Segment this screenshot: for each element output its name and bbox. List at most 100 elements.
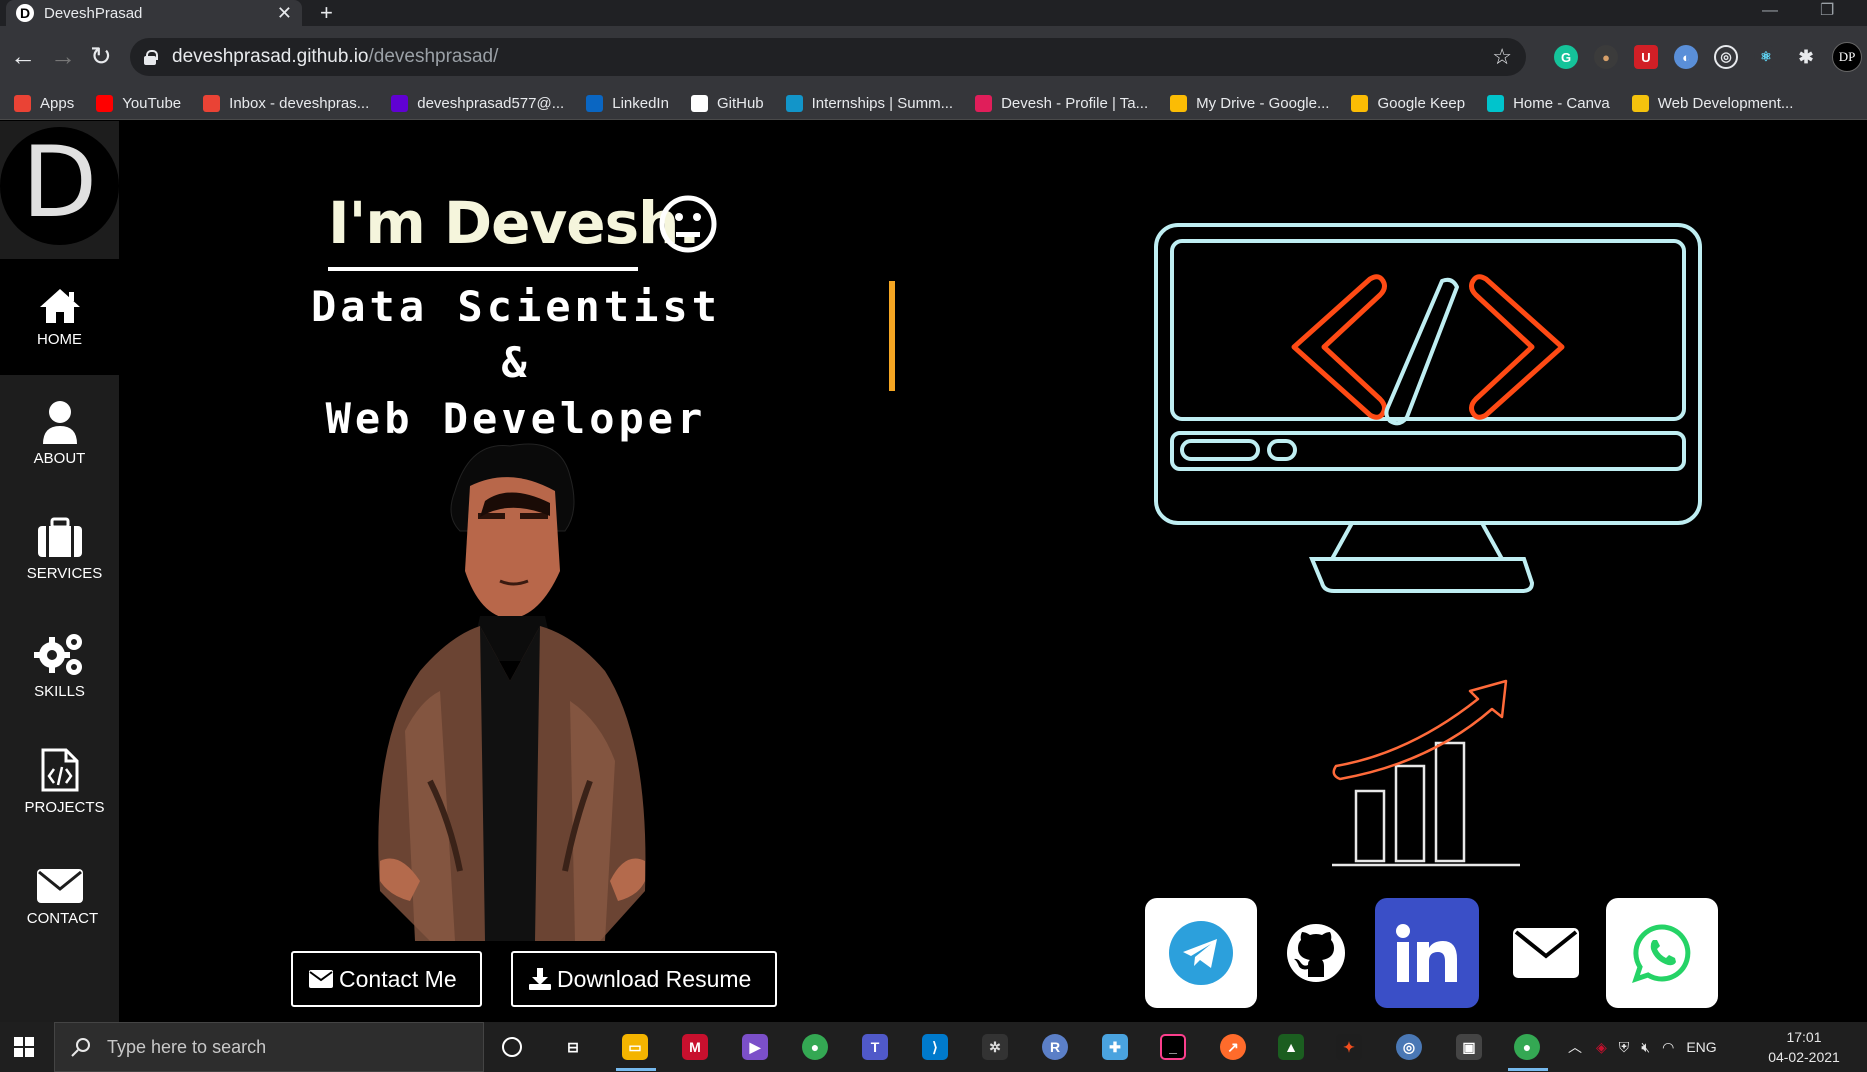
reload-icon[interactable]: ↻ [90,42,112,70]
taskbar-search[interactable]: Type here to search [54,1022,484,1072]
back-arrow-icon[interactable]: ← [10,42,36,70]
role-line-1: Data Scientist & [310,282,721,387]
sidebar-item-label: SKILLS [34,682,85,700]
chrome-icon[interactable]: ● [802,1034,828,1060]
envelope-icon [1513,928,1579,978]
address-bar[interactable]: deveshprasad.github.io/deveshprasad/ ☆ [130,38,1526,76]
bookmark-item[interactable]: Devesh - Profile | Ta... [975,95,1148,112]
cortana-icon[interactable] [502,1037,522,1057]
sidebar-item-about[interactable]: ABOUT [0,375,119,491]
profile-avatar[interactable]: DP [1832,42,1862,72]
target-extension-icon[interactable]: ◎ [1714,45,1738,69]
r-icon[interactable]: R [1042,1034,1068,1060]
code-file-icon [41,748,78,791]
shield-icon[interactable]: ⛨ [1619,1039,1630,1056]
sidebar-item-label: SERVICES [26,564,103,582]
web-dev-icon [1631,95,1649,112]
mcafee-icon[interactable]: M [682,1034,708,1060]
bookmark-label: Devesh - Profile | Ta... [1001,95,1149,112]
download-resume-label: Download Resume [557,965,752,992]
youtube-icon [96,95,114,112]
new-tab-icon[interactable]: + [320,0,333,26]
bookmark-item[interactable]: YouTube [96,95,181,112]
search-icon [71,1038,90,1057]
forward-arrow-icon[interactable]: → [50,42,76,70]
android-studio-icon[interactable]: ▲ [1278,1034,1304,1060]
envelope-icon [36,868,83,903]
vscode-icon[interactable]: ⟩ [922,1034,948,1060]
tab-favicon: D [16,4,34,22]
spider-app-icon[interactable]: ✲ [982,1034,1008,1060]
sidebar-item-projects[interactable]: PROJECTS [0,723,119,839]
linkedin-link[interactable] [1375,898,1479,1008]
postman-icon[interactable]: ↗ [1220,1034,1246,1060]
bookmark-item[interactable]: Internships | Summ... [785,95,954,112]
sidebar-nav: D HOME ABOUT SERVICES SKILLS PROJECTS CO… [0,121,119,1022]
bookmark-item[interactable]: My Drive - Google... [1170,95,1329,112]
bookmark-item[interactable]: GitHub [690,95,764,112]
briefcase-icon [37,517,82,557]
bookmark-item[interactable]: LinkedIn [586,95,669,112]
home-icon [39,288,80,323]
anaconda-icon[interactable]: ◎ [1396,1034,1422,1060]
cookie-extension-icon[interactable]: ● [1594,45,1618,69]
bookmark-star-icon[interactable]: ☆ [1492,44,1512,70]
visual-studio-icon[interactable]: ▶ [742,1034,768,1060]
bookmark-item[interactable]: Google Keep [1351,95,1465,112]
sidebar-item-skills[interactable]: SKILLS [0,607,119,723]
bookmark-label: LinkedIn [612,95,669,112]
extensions-puzzle-icon[interactable]: ✱ [1794,45,1818,69]
mcafee-extension-icon[interactable]: U [1634,45,1658,69]
slack-icon [975,95,993,112]
figma-icon[interactable]: ✦ [1336,1034,1362,1060]
wifi-icon[interactable]: ◠ [1662,1039,1674,1056]
grammarly-extension-icon[interactable]: G [1554,45,1578,69]
windows-logo-icon [14,1037,34,1057]
chevron-up-icon[interactable]: ︿ [1568,1037,1582,1057]
volume-muted-icon[interactable]: 🔇︎ [1641,1039,1650,1056]
jetbrains-icon[interactable]: _ [1160,1034,1186,1060]
extension-icon[interactable]: ◐ [1674,45,1698,69]
minimize-icon[interactable]: — [1762,0,1778,26]
teams-icon[interactable]: T [862,1034,888,1060]
task-view-icon[interactable]: ⊟ [560,1034,586,1060]
bookmark-item[interactable]: deveshprasad577@... [391,95,564,112]
chrome-icon[interactable]: ● [1514,1034,1540,1060]
sidebar-item-label: PROJECTS [24,798,105,816]
file-explorer-icon[interactable]: ▭ [622,1034,648,1060]
bookmark-label: YouTube [122,95,182,112]
mcafee-tray-icon[interactable]: ◈ [1596,1039,1607,1056]
github-icon [1287,924,1345,982]
language-indicator[interactable]: ENG [1686,1039,1716,1055]
taskbar-clock[interactable]: 17:01 04-02-2021 [1756,1027,1852,1067]
bookmark-label: Inbox - deveshpras... [229,95,370,112]
github-link[interactable] [1260,898,1372,1008]
portfolio-page: D HOME ABOUT SERVICES SKILLS PROJECTS CO… [0,121,1867,1022]
bookmark-item[interactable]: Home - Canva [1487,95,1610,112]
tableau-icon[interactable]: ✚ [1102,1034,1128,1060]
bookmark-item[interactable]: Apps [14,95,74,112]
site-logo[interactable]: D [0,127,119,245]
restore-icon[interactable]: ❐ [1820,0,1834,26]
bookmark-label: Internships | Summ... [811,95,954,112]
url-path: /deveshprasad/ [368,46,499,67]
email-link[interactable] [1490,898,1602,1008]
whatsapp-link[interactable] [1606,898,1718,1008]
sidebar-item-contact[interactable]: CONTACT [0,839,119,955]
bookmark-item[interactable]: Inbox - deveshpras... [203,95,369,112]
bookmark-item[interactable]: Web Development... [1631,95,1793,112]
linkedin-icon [586,95,604,112]
start-button[interactable] [0,1022,48,1072]
sidebar-item-home[interactable]: HOME [0,259,119,375]
contact-me-button[interactable]: Contact Me [291,951,482,1007]
screen-icon[interactable]: ▣ [1456,1034,1482,1060]
linkedin-icon [1396,924,1457,982]
envelope-icon [309,970,333,988]
react-devtools-icon[interactable]: ⚛ [1754,45,1778,69]
sidebar-item-services[interactable]: SERVICES [0,491,119,607]
download-resume-button[interactable]: Download Resume [511,951,777,1007]
tab-close-icon[interactable]: ✕ [277,3,292,24]
browser-tab[interactable]: D DeveshPrasad ✕ [6,0,302,26]
telegram-link[interactable] [1145,898,1257,1008]
google-drive-icon [1170,95,1188,112]
